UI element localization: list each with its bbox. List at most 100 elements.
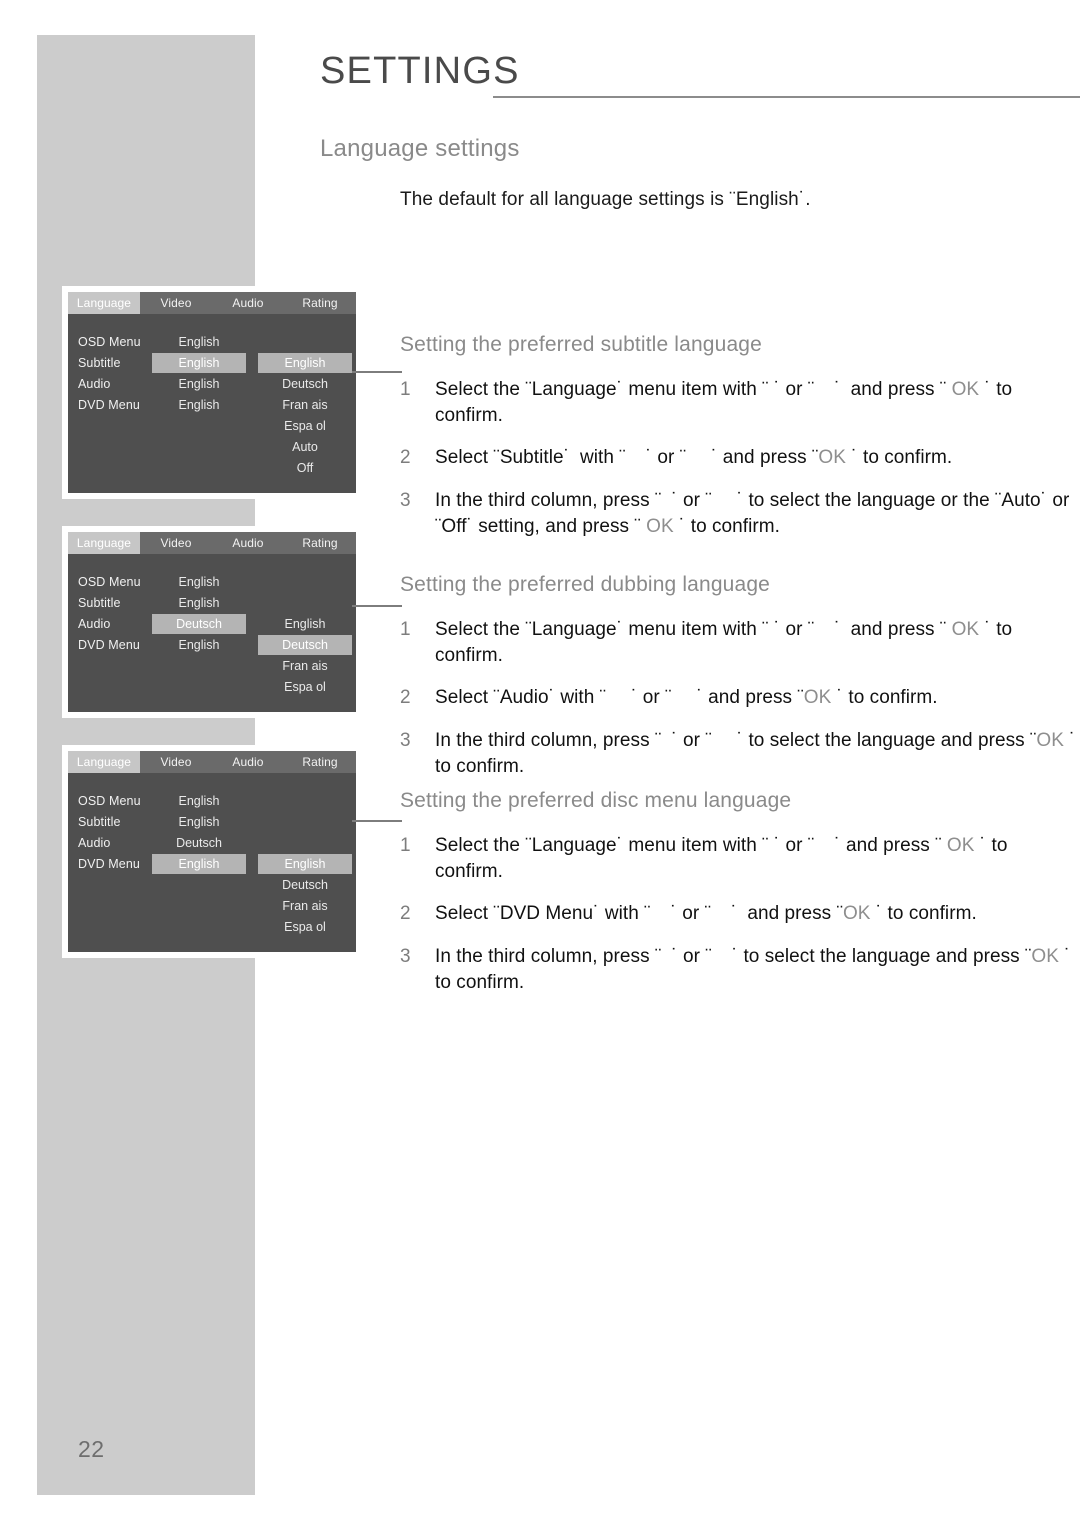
osd-callout-connector (352, 605, 402, 607)
osd-option[interactable]: Auto (258, 437, 352, 457)
instruction-step: 2 Select ¨DVD Menu˙ with ¨ ˙ or ¨ ˙ and pres… (400, 901, 1080, 927)
instruction-block-heading: Setting the preferred dubbing language (400, 573, 770, 596)
section-heading: Language settings (320, 135, 520, 162)
ok-key-label: OK (1036, 729, 1064, 751)
instruction-step: 2 Select ¨Subtitle˙ with ¨ ˙ or ¨ ˙ and pres… (400, 445, 1080, 471)
osd-row: Subtitle English (68, 812, 356, 832)
instruction-block: Setting the preferred subtitle language 1… (320, 333, 1080, 556)
instruction-block: Setting the preferred dubbing language 1 S… (320, 573, 1080, 796)
osd-panel: Language Video Audio Rating OSD Menu English S… (68, 751, 356, 952)
osd-row: Audio Deutsch English (68, 614, 356, 634)
osd-row: Auto (68, 437, 356, 457)
osd-tab-video[interactable]: Video (140, 292, 212, 314)
osd-option[interactable]: Fran ais (258, 395, 352, 415)
osd-row-label: OSD Menu (78, 575, 141, 589)
instruction-step-number: 3 (400, 729, 411, 751)
instruction-block: Setting the preferred disc menu language… (320, 789, 1080, 1012)
osd-row: OSD Menu English (68, 791, 356, 811)
osd-option[interactable]: English (258, 614, 352, 634)
osd-row-value[interactable]: English (152, 332, 246, 352)
osd-row-value[interactable]: English (152, 395, 246, 415)
osd-tab-video[interactable]: Video (140, 751, 212, 773)
osd-tab-bar: Language Video Audio Rating (68, 532, 356, 554)
ok-key-label: OK (951, 379, 980, 400)
osd-screenshot-dvd-menu: Language Video Audio Rating OSD Menu English S… (62, 745, 362, 958)
osd-row-label: DVD Menu (78, 638, 140, 652)
osd-option[interactable]: Fran ais (258, 656, 352, 676)
osd-panel: Language Video Audio Rating OSD Menu English S… (68, 292, 356, 493)
osd-row: Deutsch (68, 875, 356, 895)
osd-screenshot-subtitle: Language Video Audio Rating OSD Menu English S… (62, 286, 362, 499)
ok-key-label: OK (818, 447, 846, 469)
osd-row: Audio Deutsch (68, 833, 356, 853)
osd-row-value[interactable]: English (152, 593, 246, 613)
instruction-step-text: Select ¨DVD Menu˙ with ¨ ˙ or ¨ ˙ and press… (435, 903, 977, 925)
osd-row-value[interactable]: English (152, 635, 246, 655)
ok-key-label: OK (803, 687, 832, 709)
osd-panel: Language Video Audio Rating OSD Menu English S… (68, 532, 356, 712)
osd-option[interactable]: Off (258, 458, 352, 478)
osd-tab-language[interactable]: Language (68, 292, 140, 314)
osd-tab-language[interactable]: Language (68, 532, 140, 554)
osd-row-label: Subtitle (78, 356, 121, 370)
osd-row-label: Audio (78, 836, 111, 850)
osd-row-value[interactable]: English (152, 854, 246, 874)
osd-row-value[interactable]: English (152, 374, 246, 394)
osd-option[interactable]: Espa ol (258, 416, 352, 436)
page-number: 22 (78, 1436, 105, 1462)
ok-key-label: OK (951, 619, 980, 640)
osd-tab-audio[interactable]: Audio (212, 532, 284, 554)
osd-tab-rating[interactable]: Rating (284, 292, 356, 314)
osd-tab-bar: Language Video Audio Rating (68, 292, 356, 314)
instruction-step-number: 1 (400, 379, 411, 400)
osd-body: OSD Menu English Subtitle English English Aud… (68, 314, 356, 493)
osd-option[interactable]: Fran ais (258, 896, 352, 916)
osd-tab-rating[interactable]: Rating (284, 751, 356, 773)
osd-tab-audio[interactable]: Audio (212, 292, 284, 314)
osd-row-value[interactable]: English (152, 791, 246, 811)
instruction-step: 1 Select the ¨Language˙ menu item with ¨ … (400, 377, 1080, 429)
osd-tab-audio[interactable]: Audio (212, 751, 284, 773)
osd-row-value[interactable]: Deutsch (152, 833, 246, 853)
osd-option[interactable]: Deutsch (258, 374, 352, 394)
osd-row-label: Audio (78, 377, 111, 391)
content-column: Language settings The default for all la… (320, 135, 1080, 993)
osd-row: Fran ais (68, 656, 356, 676)
instruction-step: 1 Select the ¨Language˙ menu item with ¨ … (400, 617, 1080, 669)
instruction-step: 2 Select ¨Audio˙ with ¨ ˙ or ¨ ˙ and press … (400, 685, 1080, 711)
instruction-step-text: Select ¨Audio˙ with ¨ ˙ or ¨ ˙ and press ¨… (435, 687, 938, 709)
osd-row-label: OSD Menu (78, 335, 141, 349)
osd-row-value[interactable]: English (152, 812, 246, 832)
instruction-step-number: 1 (400, 835, 411, 856)
instruction-step: 3 In the third column, press ¨ ˙ or ¨ ˙ to … (400, 944, 1080, 996)
instruction-step-list: 1 Select the ¨Language˙ menu item with ¨ … (400, 833, 1080, 996)
osd-row-label: DVD Menu (78, 857, 140, 871)
instruction-step-text: In the third column, press ¨ ˙ or ¨ ˙ to s… (435, 729, 1076, 777)
osd-tab-language[interactable]: Language (68, 751, 140, 773)
osd-row: Espa ol (68, 677, 356, 697)
instruction-step: 3 In the third column, press ¨ ˙ or ¨ ˙ to … (400, 728, 1080, 780)
osd-option[interactable]: Deutsch (258, 635, 352, 655)
ok-key-label: OK (946, 835, 975, 856)
osd-row-label: Audio (78, 617, 111, 631)
osd-row: Fran ais (68, 896, 356, 916)
osd-option[interactable]: Espa ol (258, 917, 352, 937)
osd-row-value[interactable]: English (152, 353, 246, 373)
osd-option[interactable]: English (258, 854, 352, 874)
osd-option[interactable]: English (258, 353, 352, 373)
osd-row: DVD Menu English English (68, 854, 356, 874)
osd-row: Subtitle English (68, 593, 356, 613)
osd-tab-rating[interactable]: Rating (284, 532, 356, 554)
osd-tab-video[interactable]: Video (140, 532, 212, 554)
section-lead: The default for all language settings is… (400, 189, 811, 210)
ok-key-label: OK (842, 903, 871, 925)
osd-row-value[interactable]: English (152, 572, 246, 592)
osd-row-label: Subtitle (78, 596, 121, 610)
osd-row-value[interactable]: Deutsch (152, 614, 246, 634)
osd-option[interactable]: Espa ol (258, 677, 352, 697)
osd-option[interactable]: Deutsch (258, 875, 352, 895)
ok-key-label: OK (1031, 945, 1059, 967)
instruction-step-number: 1 (400, 619, 411, 640)
osd-callout-connector (352, 371, 402, 373)
osd-screenshot-audio: Language Video Audio Rating OSD Menu English S… (62, 526, 362, 718)
